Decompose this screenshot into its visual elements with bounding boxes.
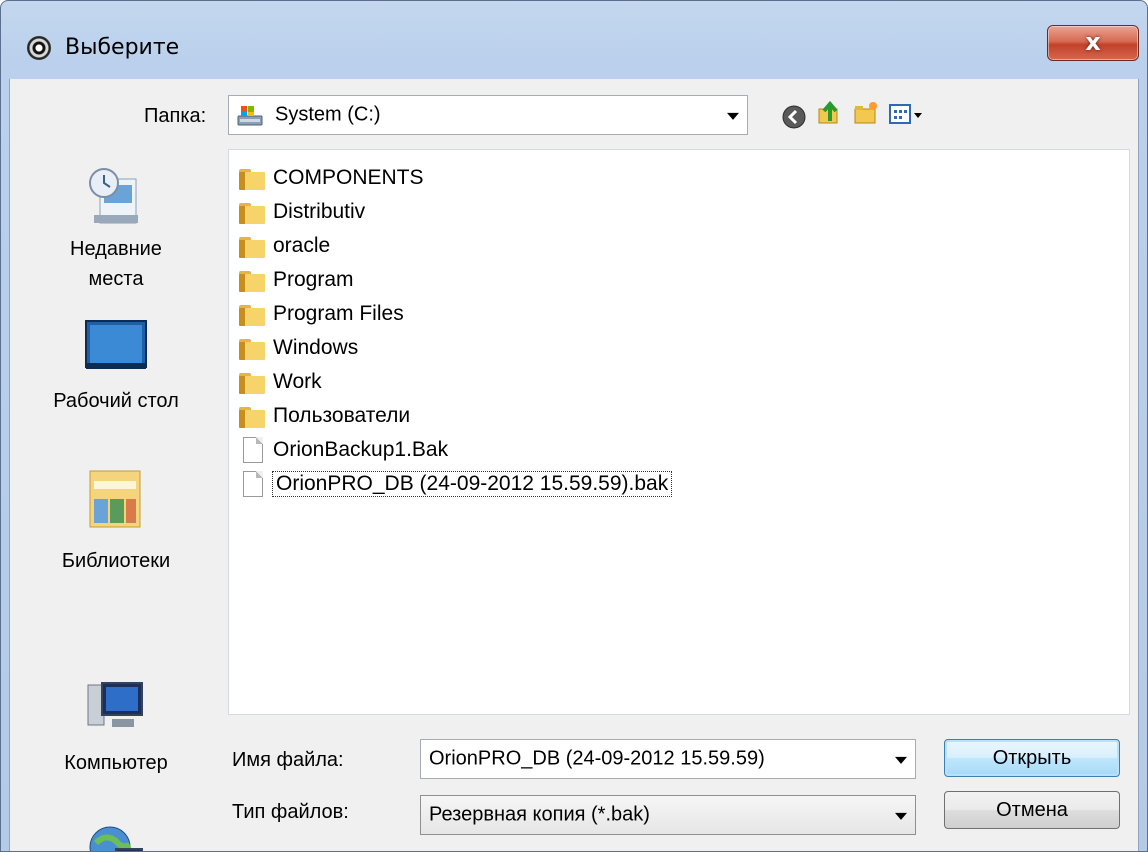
app-icon [27,36,51,60]
folder-icon [239,201,265,224]
folder-item[interactable]: Пользователи [239,400,410,432]
filetype-label: Тип файлов: [232,801,349,823]
new-folder-icon[interactable] [852,99,880,127]
window-title: Выберите [65,35,180,60]
folder-value: System (C:) [275,103,381,126]
places-bar: Недавние места Рабочий стол Библиотеки К… [10,147,222,851]
item-name: Distributiv [273,200,366,223]
folder-icon [239,371,265,394]
close-button[interactable]: x [1047,25,1139,61]
folder-icon [239,235,265,258]
cancel-button[interactable]: Отмена [944,791,1120,829]
chevron-down-icon[interactable] [895,812,907,820]
place-desktop[interactable]: Рабочий стол [10,319,222,416]
place-network[interactable] [10,823,222,851]
filetype-select[interactable]: Резервная копия (*.bak) [420,795,916,835]
chevron-down-icon[interactable] [727,112,739,120]
item-name: COMPONENTS [273,166,424,189]
item-name: OrionBackup1.Bak [273,438,449,461]
place-label: Недавние [70,238,162,260]
back-icon[interactable] [780,103,808,131]
network-icon [89,826,143,851]
computer-icon [87,682,143,727]
file-item[interactable]: OrionBackup1.Bak [239,434,448,466]
desktop-icon [85,320,147,369]
file-open-dialog: Выберите x Папка: System (C:) Недавние м… [0,0,1148,852]
filename-input[interactable]: OrionPRO_DB (24-09-2012 15.59.59) [420,739,916,779]
item-name: Пользователи [273,404,411,427]
filetype-value: Резервная копия (*.bak) [429,803,650,826]
chevron-down-icon[interactable] [895,756,907,764]
folder-item[interactable]: oracle [239,230,330,262]
file-list[interactable]: COMPONENTS Distributiv oracle Program Pr… [228,149,1130,715]
folder-item[interactable]: Program [239,264,354,296]
place-label: Компьютер [64,752,168,774]
drive-icon [237,106,263,126]
folder-icon [239,303,265,326]
folder-item[interactable]: COMPONENTS [239,162,424,194]
place-label: Библиотеки [61,550,171,572]
folder-item[interactable]: Windows [239,332,358,364]
file-icon [243,437,263,463]
place-recent[interactable]: Недавние места [10,165,222,294]
filename-label: Имя файла: [232,749,344,771]
dialog-body: Папка: System (C:) Недавние места Рабочи… [9,79,1139,851]
item-name: Windows [273,336,359,359]
item-name: oracle [273,234,331,257]
folder-label: Папка: [144,105,207,127]
place-label: места [88,268,144,290]
libraries-icon [89,470,141,528]
folder-combo[interactable]: System (C:) [228,95,748,135]
folder-icon [239,269,265,292]
folder-item[interactable]: Work [239,366,322,398]
item-name: Work [273,370,322,393]
item-name: OrionPRO_DB (24-09-2012 15.59.59).bak [271,471,673,497]
place-computer[interactable]: Компьютер [10,679,222,778]
open-button[interactable]: Открыть [944,739,1120,777]
folder-icon [239,167,265,190]
close-icon: x [1085,28,1101,56]
title-bar[interactable]: Выберите x [1,1,1147,79]
file-icon [243,471,263,497]
item-name: Program [273,268,354,291]
folder-item[interactable]: Distributiv [239,196,365,228]
folder-item[interactable]: Program Files [239,298,404,330]
recent-places-icon [89,168,138,224]
folder-icon [239,337,265,360]
up-folder-icon[interactable] [816,99,844,127]
file-item-selected[interactable]: OrionPRO_DB (24-09-2012 15.59.59).bak [239,468,673,500]
filename-value: OrionPRO_DB (24-09-2012 15.59.59) [429,747,765,770]
place-label: Рабочий стол [53,390,179,412]
folder-icon [239,405,265,428]
place-libraries[interactable]: Библиотеки [10,465,222,576]
item-name: Program Files [273,302,404,325]
view-menu-icon[interactable] [888,101,928,129]
